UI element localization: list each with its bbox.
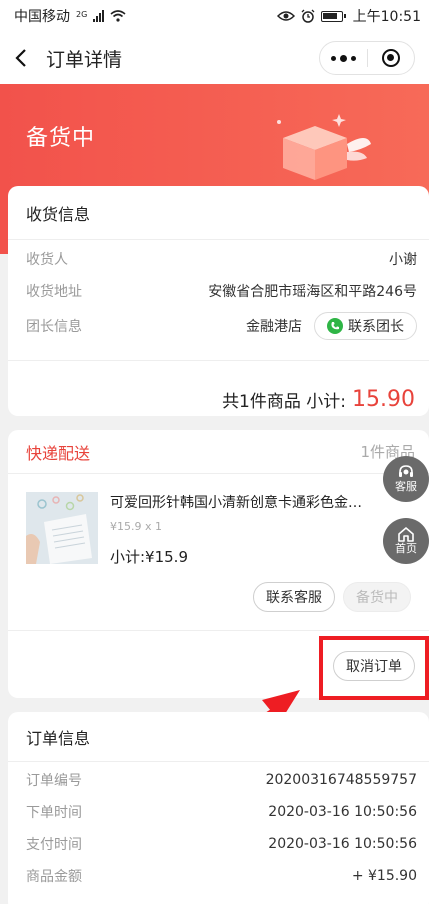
floating-home-label: 首页 xyxy=(395,542,417,556)
order-number: 20200316748559757 xyxy=(265,772,417,788)
order-info-row: 商品金额 + ¥15.90 xyxy=(8,860,429,892)
subtotal-amount: 15.90 xyxy=(352,387,415,412)
address-row: 收货地址 安徽省合肥市瑶海区和平路246号 xyxy=(8,276,429,306)
cancel-order-button[interactable]: 取消订单 xyxy=(333,651,415,681)
receiving-info-title: 收货信息 xyxy=(8,186,429,240)
headset-icon xyxy=(399,465,413,478)
order-info-row: 订单编号 20200316748559757 xyxy=(8,764,429,796)
delivery-header: 快递配送 1件商品 xyxy=(8,430,429,474)
leader-value: 金融港店 xyxy=(246,319,302,335)
clock: 上午10:51 xyxy=(352,9,421,25)
status-pill: 备货中 xyxy=(343,582,411,612)
gift-box-wings-icon xyxy=(277,114,371,180)
receiving-info-card: 收货信息 收货人 小谢 收货地址 安徽省合肥市瑶海区和平路246号 团长信息 金… xyxy=(8,186,429,416)
delivery-method: 快递配送 xyxy=(26,443,91,463)
receiver-value: 小谢 xyxy=(389,252,417,268)
order-info-card: 订单信息 订单编号 20200316748559757 下单时间 2020-03… xyxy=(8,712,429,904)
receiver-label: 收货人 xyxy=(26,252,68,268)
order-info-label: 支付时间 xyxy=(26,837,82,853)
delivery-card: 快递配送 1件商品 可爱回形针韩国小清新创意卡通彩色金属曲别针 ¥15.9 x … xyxy=(8,430,429,698)
product-image xyxy=(26,492,98,564)
home-icon xyxy=(398,527,414,543)
alarm-icon xyxy=(301,9,315,23)
cancel-row: 取消订单 xyxy=(8,630,429,698)
status-bar: 中国移动 2G 上午10:51 xyxy=(0,0,429,32)
order-info-title: 订单信息 xyxy=(8,712,429,762)
close-mini-program-button[interactable] xyxy=(368,42,415,74)
mini-program-capsule xyxy=(319,41,415,75)
receiver-row: 收货人 小谢 xyxy=(8,242,429,276)
carrier-label: 中国移动 xyxy=(14,9,70,25)
eye-icon xyxy=(276,11,295,21)
goods-amount: + ¥15.90 xyxy=(351,868,417,884)
signal-icon xyxy=(93,10,105,22)
floating-service-label: 客服 xyxy=(395,480,417,494)
page-title: 订单详情 xyxy=(46,48,123,71)
target-circle-icon xyxy=(381,49,400,67)
more-dots-icon[interactable] xyxy=(320,42,367,74)
order-info-label: 下单时间 xyxy=(26,805,82,821)
product-actions: 联系客服 备货中 xyxy=(253,582,411,612)
address-value: 安徽省合肥市瑶海区和平路246号 xyxy=(208,284,417,300)
product-subtotal: 小计:¥15.9 xyxy=(110,548,188,566)
contact-service-button[interactable]: 联系客服 xyxy=(253,582,335,612)
nav-bar: 订单详情 xyxy=(0,32,429,84)
leader-label: 团长信息 xyxy=(26,319,82,335)
leader-row: 团长信息 金融港店 联系团长 xyxy=(8,306,429,346)
contact-leader-button[interactable]: 联系团长 xyxy=(314,312,417,340)
floating-home-button[interactable]: 首页 xyxy=(383,518,429,564)
address-label: 收货地址 xyxy=(26,284,82,300)
product-spec: ¥15.9 x 1 xyxy=(110,520,162,533)
floating-service-button[interactable]: 客服 xyxy=(383,456,429,502)
order-status-text: 备货中 xyxy=(26,126,96,151)
order-info-row: 下单时间 2020-03-16 10:50:56 xyxy=(8,796,429,828)
chevron-left-icon xyxy=(15,49,26,67)
payment-time: 2020-03-16 10:50:56 xyxy=(268,836,417,852)
contact-leader-label: 联系团长 xyxy=(348,319,404,335)
order-info-label: 订单编号 xyxy=(26,773,82,789)
network-type: 2G xyxy=(76,10,88,19)
order-info-label: 商品金额 xyxy=(26,869,82,885)
phone-icon xyxy=(327,318,343,334)
back-button[interactable] xyxy=(14,43,36,73)
subtotal-text: 共1件商品 小计: xyxy=(222,392,347,412)
battery-icon xyxy=(320,10,346,22)
order-time: 2020-03-16 10:50:56 xyxy=(268,804,417,820)
product-name: 可爱回形针韩国小清新创意卡通彩色金属曲别针 xyxy=(110,495,372,511)
wifi-icon xyxy=(110,10,126,22)
order-info-row: 支付时间 2020-03-16 10:50:56 xyxy=(8,828,429,860)
order-subtotal-row: 共1件商品 小计: 15.90 xyxy=(8,360,429,438)
